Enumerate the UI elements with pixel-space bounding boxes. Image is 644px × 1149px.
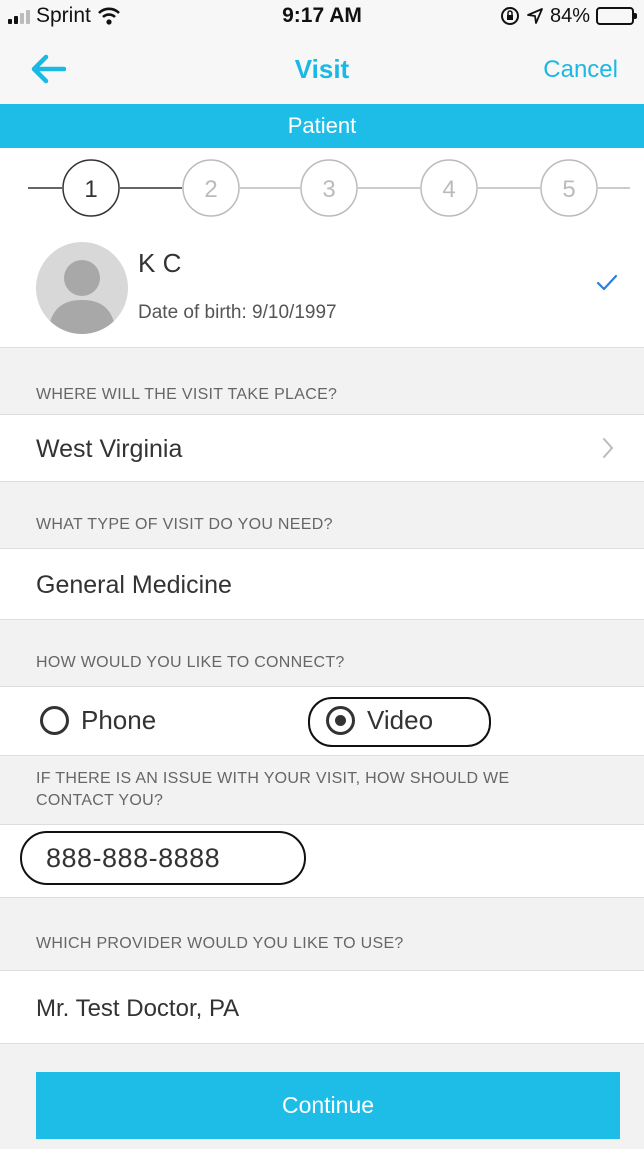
- status-right: 84%: [500, 4, 637, 28]
- step-indicator: 1 2 3 4 5: [0, 148, 644, 230]
- cancel-button[interactable]: Cancel: [543, 56, 618, 84]
- contact-header-line: IF THERE IS AN ISSUE WITH YOUR VISIT, HO…: [36, 770, 510, 787]
- location-row[interactable]: West Virginia: [0, 414, 644, 482]
- contact-header: IF THERE IS AN ISSUE WITH YOUR VISIT, HO…: [0, 756, 644, 824]
- visit-type-header: WHAT TYPE OF VISIT DO YOU NEED?: [0, 482, 644, 548]
- avatar: [36, 242, 128, 334]
- step-label: 4: [442, 176, 455, 203]
- video-label: Video: [367, 705, 434, 735]
- location-value: West Virginia: [36, 435, 183, 463]
- phone-radio[interactable]: [40, 706, 69, 735]
- step-5: 5: [540, 159, 598, 217]
- step-label: 3: [322, 176, 335, 203]
- connect-row: Phone Video: [0, 686, 644, 756]
- contact-phone-field[interactable]: 888-888-8888: [46, 843, 220, 874]
- section-banner: Patient: [0, 104, 644, 148]
- chevron-right-icon: [603, 438, 614, 458]
- battery-percent: 84%: [549, 4, 590, 27]
- video-option[interactable]: Video: [326, 705, 433, 736]
- provider-value: Mr. Test Doctor, PA: [36, 995, 240, 1022]
- step-label: 2: [204, 176, 217, 203]
- location-header: WHERE WILL THE VISIT TAKE PLACE?: [0, 348, 644, 414]
- step-label: 1: [84, 176, 97, 203]
- step-2: 2: [182, 159, 240, 217]
- status-bar: Sprint 9:17 AM 84%: [0, 0, 644, 34]
- step-label: 5: [562, 176, 575, 203]
- video-radio[interactable]: [326, 706, 355, 735]
- step-3: 3: [300, 159, 358, 217]
- provider-header: WHICH PROVIDER WOULD YOU LIKE TO USE?: [0, 898, 644, 970]
- battery-icon: [596, 7, 637, 25]
- provider-row[interactable]: Mr. Test Doctor, PA: [0, 970, 644, 1044]
- step-4: 4: [420, 159, 478, 217]
- phone-label: Phone: [81, 705, 157, 735]
- location-icon: [527, 8, 543, 24]
- step-1: 1: [62, 159, 120, 217]
- contact-header-line: CONTACT YOU?: [36, 792, 164, 809]
- connect-header: HOW WOULD YOU LIKE TO CONNECT?: [0, 620, 644, 686]
- patient-name: K C: [138, 248, 182, 278]
- visit-type-value: General Medicine: [36, 571, 232, 599]
- phone-option[interactable]: Phone: [40, 705, 156, 736]
- patient-row[interactable]: K C Date of birth: 9/10/1997: [0, 230, 644, 348]
- stepper-graphic: 1 2 3 4 5: [28, 159, 630, 217]
- contact-row: 888-888-8888: [0, 824, 644, 898]
- patient-dob: Date of birth: 9/10/1997: [138, 302, 337, 323]
- orientation-lock-icon: [500, 7, 519, 25]
- nav-bar: Visit Cancel: [0, 34, 644, 104]
- visit-type-row[interactable]: General Medicine: [0, 548, 644, 620]
- checkmark-icon: [596, 274, 618, 291]
- person-icon: [48, 260, 116, 334]
- continue-button[interactable]: Continue: [36, 1072, 620, 1139]
